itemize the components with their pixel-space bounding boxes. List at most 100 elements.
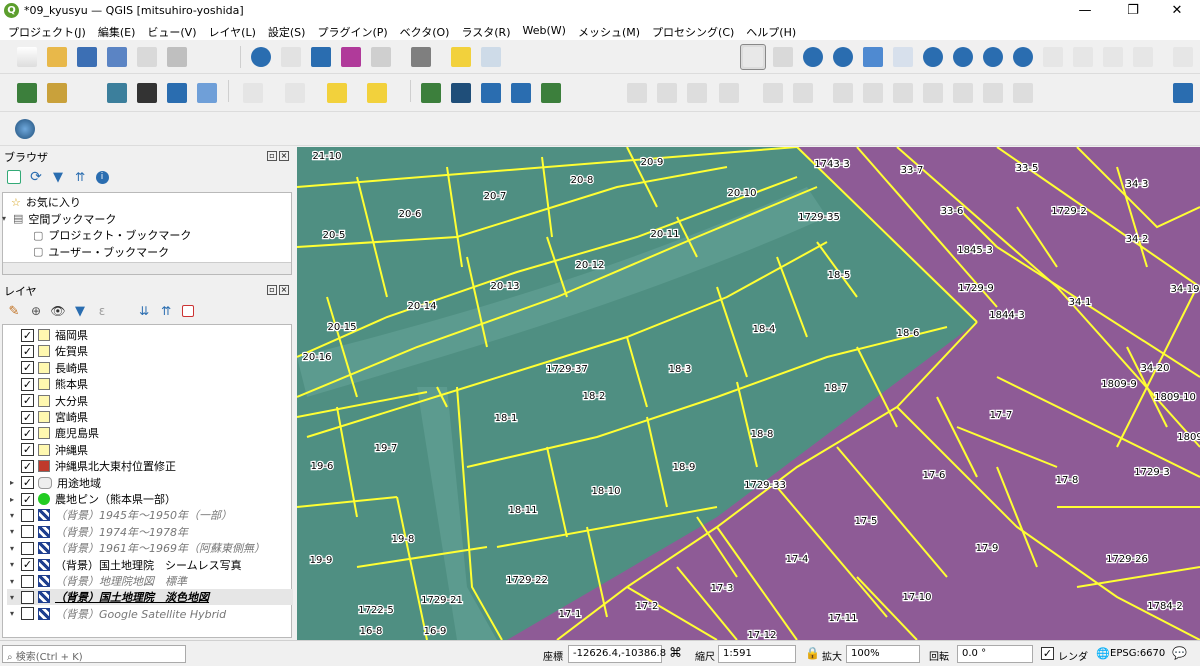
undo-icon[interactable] xyxy=(980,80,1006,106)
new-map-view-icon[interactable] xyxy=(1040,44,1066,70)
layer-visibility-checkbox[interactable]: ✓ xyxy=(21,377,34,391)
layer-row[interactable]: ▾ （背景）1945年～1950年（一部） xyxy=(7,507,232,523)
pan-to-selection-icon[interactable] xyxy=(770,44,796,70)
horizontal-scrollbar[interactable] xyxy=(3,262,291,274)
new-shapefile-icon[interactable] xyxy=(74,80,100,106)
crs-label[interactable]: EPSG:6670 xyxy=(1110,648,1165,659)
undock-icon[interactable]: ▫ xyxy=(267,151,277,161)
remove-layer-icon[interactable] xyxy=(178,301,198,321)
cut-features-icon[interactable] xyxy=(890,80,916,106)
expression-filter-icon[interactable]: ε xyxy=(92,301,112,321)
layer-row[interactable]: ✓ 大分県 xyxy=(7,393,88,409)
properties-icon[interactable]: i xyxy=(92,167,112,187)
rotation-field[interactable]: 0.0 ° xyxy=(957,645,1033,663)
digitize-icon[interactable] xyxy=(104,80,130,106)
layer-visibility-checkbox[interactable] xyxy=(21,541,34,555)
show-bookmarks-icon[interactable] xyxy=(1130,44,1156,70)
layer-row[interactable]: ▸ ✓ 用途地域 xyxy=(7,475,101,491)
layer-visibility-checkbox[interactable]: ✓ xyxy=(21,410,34,424)
maximize-button[interactable]: ❐ xyxy=(1110,0,1156,22)
close-button[interactable]: ✕ xyxy=(1154,0,1200,22)
layer-visibility-checkbox[interactable]: ✓ xyxy=(21,328,34,342)
layer-row[interactable]: ▾ （背景）1974年～1978年 xyxy=(7,524,188,540)
zoom-out-icon[interactable] xyxy=(830,44,856,70)
save-edits-icon[interactable] xyxy=(684,80,710,106)
filter-legend-icon[interactable]: ▼ xyxy=(70,301,90,321)
menu-item-7[interactable]: ラスタ(R) xyxy=(455,22,516,42)
layer-visibility-checkbox[interactable]: ✓ xyxy=(21,558,34,572)
layer-row[interactable]: ✓ 沖縄県 xyxy=(7,442,88,458)
crs-globe-icon[interactable]: 🌐 xyxy=(1096,647,1110,660)
browser-item[interactable]: ▾ ▤ 空間ブックマーク xyxy=(0,211,116,227)
new-line-icon[interactable] xyxy=(508,80,534,106)
show-tips-icon[interactable] xyxy=(368,44,394,70)
georeferencer-icon[interactable] xyxy=(12,116,38,142)
magnifier-field[interactable]: 100% xyxy=(846,645,920,663)
new-point-icon[interactable] xyxy=(538,80,564,106)
zoom-in-icon[interactable] xyxy=(800,44,826,70)
render-checkbox[interactable]: ✓ xyxy=(1041,647,1054,660)
menu-item-4[interactable]: 設定(S) xyxy=(262,22,312,42)
layer-visibility-checkbox[interactable]: ✓ xyxy=(21,394,34,408)
add-delimited-icon[interactable] xyxy=(194,80,220,106)
collapse-all-icon[interactable]: ⇈ xyxy=(70,167,90,187)
new-bookmark-icon[interactable] xyxy=(1100,44,1126,70)
save-as-icon[interactable] xyxy=(104,44,130,70)
layer-row[interactable]: ✓ 鹿児島県 xyxy=(7,425,99,441)
layer-visibility-checkbox[interactable]: ✓ xyxy=(21,344,34,358)
scale-field[interactable]: 1:591 xyxy=(718,645,796,663)
menu-item-8[interactable]: Web(W) xyxy=(517,22,572,42)
sum-icon[interactable] xyxy=(338,44,364,70)
toggle-edit-icon[interactable] xyxy=(654,80,680,106)
help-icon[interactable] xyxy=(1170,80,1196,106)
map-tips-icon[interactable] xyxy=(448,44,474,70)
expand-arrow-icon[interactable]: ▾ xyxy=(7,577,17,586)
modify-attributes-icon[interactable] xyxy=(830,80,856,106)
layer-visibility-checkbox[interactable] xyxy=(21,508,34,522)
new-vector-icon[interactable] xyxy=(418,80,444,106)
menu-item-6[interactable]: ベクタ(O) xyxy=(394,22,456,42)
expand-arrow-icon[interactable]: ▾ xyxy=(0,214,9,223)
add-wfs-icon[interactable] xyxy=(164,80,190,106)
toolbar-overflow-icon[interactable] xyxy=(1170,44,1196,70)
refresh-icon[interactable]: ⟳ xyxy=(26,167,46,187)
layer-visibility-checkbox[interactable]: ✓ xyxy=(21,459,34,473)
messages-icon[interactable]: 💬 xyxy=(1172,646,1187,660)
menu-item-11[interactable]: ヘルプ(H) xyxy=(740,22,802,42)
layer-row[interactable]: ✓ 熊本県 xyxy=(7,376,88,392)
layer-visibility-checkbox[interactable] xyxy=(21,525,34,539)
new-project-icon[interactable] xyxy=(14,44,40,70)
layer-visibility-checkbox[interactable] xyxy=(21,574,34,588)
expand-arrow-icon[interactable]: ▾ xyxy=(7,511,17,520)
select-features-icon[interactable] xyxy=(240,80,266,106)
expand-arrow-icon[interactable]: ▾ xyxy=(7,527,17,536)
expand-arrow-icon[interactable]: ▾ xyxy=(7,609,17,618)
layer-row[interactable]: ▸ ✓ 農地ピン（熊本県一部） xyxy=(7,491,176,507)
identify-features-icon[interactable] xyxy=(248,44,274,70)
add-vector-layer-icon[interactable] xyxy=(14,80,40,106)
zoom-to-selection-icon[interactable] xyxy=(890,44,916,70)
edit-pencil-icon[interactable] xyxy=(624,80,650,106)
menu-item-0[interactable]: プロジェクト(J) xyxy=(2,22,92,42)
measure-line-icon[interactable] xyxy=(408,44,434,70)
layer-row[interactable]: ✓ 宮崎県 xyxy=(7,409,88,425)
pan-map-icon[interactable] xyxy=(740,44,766,70)
statistics-icon[interactable] xyxy=(308,44,334,70)
select-by-value-icon[interactable] xyxy=(282,80,308,106)
add-group-icon[interactable]: ⊕ xyxy=(26,301,46,321)
browser-tree[interactable]: ☆ お気に入り ▾ ▤ 空間ブックマーク ▢ プロジェクト・ブックマーク ▢ ユーザー・ブックマ… xyxy=(2,192,292,275)
menu-item-1[interactable]: 編集(E) xyxy=(92,22,142,42)
panel-close-icon[interactable]: × xyxy=(279,285,289,295)
undock-icon[interactable]: ▫ xyxy=(267,285,277,295)
annotation-icon[interactable] xyxy=(478,44,504,70)
vertex-tool-icon[interactable] xyxy=(790,80,816,106)
layer-row[interactable]: ✓ 長崎県 xyxy=(7,360,88,376)
expand-arrow-icon[interactable]: ▸ xyxy=(7,478,17,487)
zoom-last-icon[interactable] xyxy=(980,44,1006,70)
redo-icon[interactable] xyxy=(1010,80,1036,106)
add-wms-icon[interactable] xyxy=(134,80,160,106)
expand-arrow-icon[interactable]: ▾ xyxy=(7,593,17,602)
layer-row[interactable]: ▾ （背景）Google Satellite Hybrid xyxy=(7,606,226,622)
add-selected-icon[interactable] xyxy=(4,167,24,187)
layout-manager-icon[interactable] xyxy=(164,44,190,70)
